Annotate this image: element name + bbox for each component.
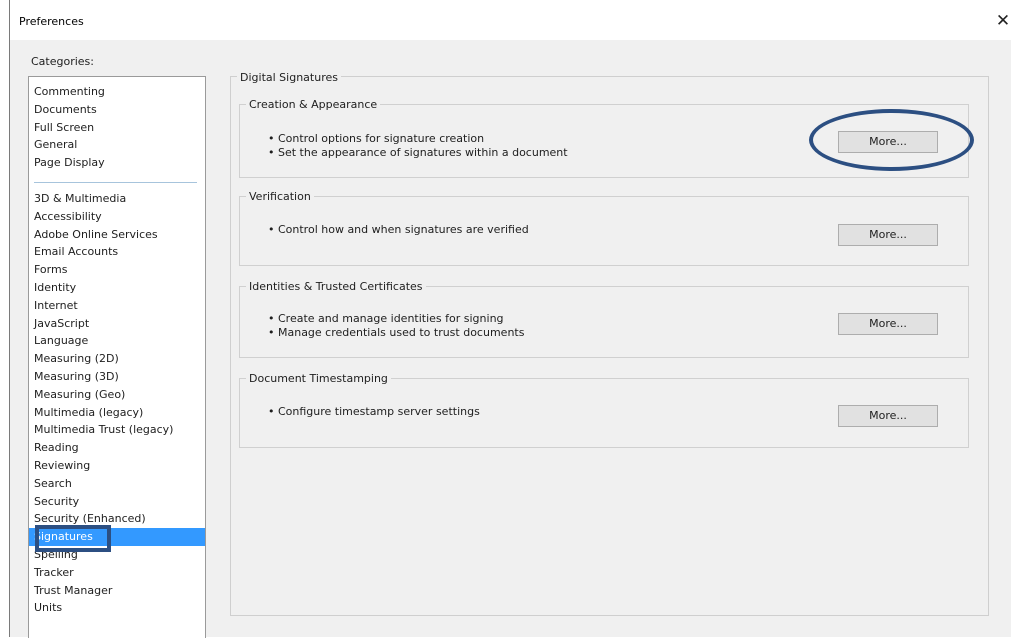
category-identity[interactable]: Identity bbox=[29, 279, 205, 297]
category-email-accounts[interactable]: Email Accounts bbox=[29, 243, 205, 261]
identities-more-button[interactable]: More... bbox=[838, 313, 938, 335]
category-search[interactable]: Search bbox=[29, 475, 205, 493]
category-security[interactable]: Security bbox=[29, 493, 205, 511]
category-adobe-online-services[interactable]: Adobe Online Services bbox=[29, 226, 205, 244]
group-bullet: • Create and manage identities for signi… bbox=[268, 312, 504, 325]
category-separator bbox=[34, 182, 197, 183]
category-security-enhanced[interactable]: Security (Enhanced) bbox=[29, 510, 205, 528]
group-title: Verification bbox=[246, 190, 314, 203]
timestamping-more-button[interactable]: More... bbox=[838, 405, 938, 427]
category-javascript[interactable]: JavaScript bbox=[29, 315, 205, 333]
category-reading[interactable]: Reading bbox=[29, 439, 205, 457]
category-accessibility[interactable]: Accessibility bbox=[29, 208, 205, 226]
group-title: Document Timestamping bbox=[246, 372, 391, 385]
creation-appearance-group: Creation & Appearance • Control options … bbox=[239, 98, 969, 178]
title-bar: Preferences ✕ bbox=[10, 0, 1011, 40]
document-timestamping-group: Document Timestamping • Configure timest… bbox=[239, 372, 969, 448]
category-documents[interactable]: Documents bbox=[29, 101, 205, 119]
categories-list[interactable]: Commenting Documents Full Screen General… bbox=[28, 76, 206, 638]
group-title: Identities & Trusted Certificates bbox=[246, 280, 426, 293]
creation-appearance-more-button[interactable]: More... bbox=[838, 131, 938, 153]
category-trust-manager[interactable]: Trust Manager bbox=[29, 582, 205, 600]
group-bullet: • Configure timestamp server settings bbox=[268, 405, 480, 418]
category-general[interactable]: General bbox=[29, 136, 205, 154]
verification-group: Verification • Control how and when sign… bbox=[239, 190, 969, 266]
categories-label: Categories: bbox=[31, 55, 94, 68]
category-commenting[interactable]: Commenting bbox=[29, 83, 205, 101]
category-internet[interactable]: Internet bbox=[29, 297, 205, 315]
window-title: Preferences bbox=[19, 15, 84, 28]
identities-trusted-certificates-group: Identities & Trusted Certificates • Crea… bbox=[239, 280, 969, 358]
group-title: Creation & Appearance bbox=[246, 98, 381, 111]
close-icon[interactable]: ✕ bbox=[994, 9, 1011, 33]
category-measuring-3d[interactable]: Measuring (3D) bbox=[29, 368, 205, 386]
category-forms[interactable]: Forms bbox=[29, 261, 205, 279]
category-multimedia-legacy[interactable]: Multimedia (legacy) bbox=[29, 404, 205, 422]
category-3d-multimedia[interactable]: 3D & Multimedia bbox=[29, 190, 205, 208]
category-tracker[interactable]: Tracker bbox=[29, 564, 205, 582]
category-language[interactable]: Language bbox=[29, 332, 205, 350]
group-bullet: • Control how and when signatures are ve… bbox=[268, 223, 529, 236]
category-units[interactable]: Units bbox=[29, 599, 205, 617]
verification-more-button[interactable]: More... bbox=[838, 224, 938, 246]
category-spelling[interactable]: Spelling bbox=[29, 546, 205, 564]
category-measuring-geo[interactable]: Measuring (Geo) bbox=[29, 386, 205, 404]
group-bullet: • Set the appearance of signatures withi… bbox=[268, 145, 568, 159]
category-multimedia-trust-legacy[interactable]: Multimedia Trust (legacy) bbox=[29, 421, 205, 439]
category-full-screen[interactable]: Full Screen bbox=[29, 119, 205, 137]
group-bullet: • Control options for signature creation bbox=[268, 132, 485, 145]
category-signatures[interactable]: Signatures bbox=[29, 528, 205, 546]
category-reviewing[interactable]: Reviewing bbox=[29, 457, 205, 475]
preferences-dialog: Preferences ✕ Categories: Commenting Doc… bbox=[9, 0, 1011, 638]
category-measuring-2d[interactable]: Measuring (2D) bbox=[29, 350, 205, 368]
category-page-display[interactable]: Page Display bbox=[29, 154, 205, 172]
panel-title: Digital Signatures bbox=[237, 71, 341, 84]
group-bullet: • Manage credentials used to trust docum… bbox=[268, 325, 525, 339]
